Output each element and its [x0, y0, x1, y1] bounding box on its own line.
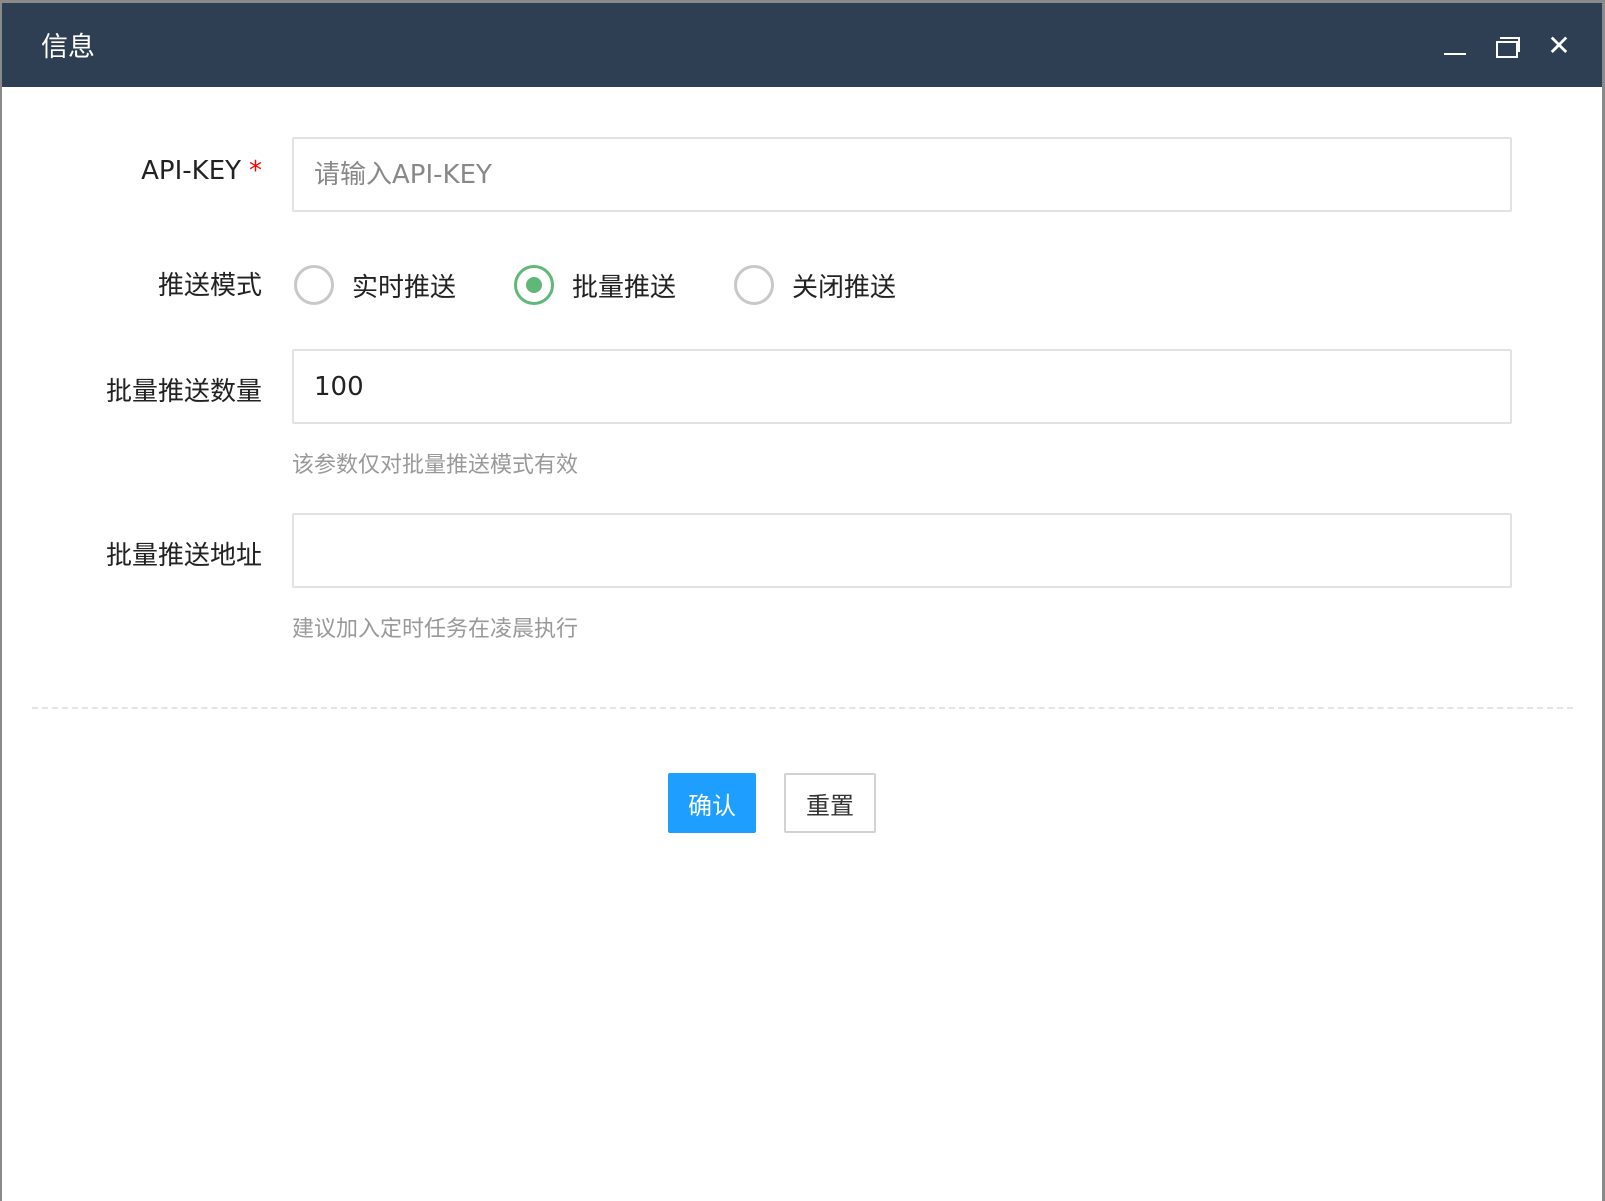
reset-button[interactable]: 重置 — [784, 773, 876, 833]
radio-disable-push[interactable]: 关闭推送 — [734, 265, 896, 305]
api-key-input[interactable] — [292, 137, 1512, 212]
restore-icon[interactable] — [1490, 29, 1524, 63]
batch-url-label: 批量推送地址 — [105, 541, 262, 571]
batch-count-hint: 该参数仅对批量推送模式有效 — [292, 453, 579, 478]
title-bar[interactable]: 信息 ✕ — [2, 3, 1602, 87]
batch-url-input[interactable] — [292, 513, 1512, 588]
radio-label: 关闭推送 — [792, 272, 897, 303]
api-key-label-text: API-KEY — [141, 156, 241, 186]
batch-count-label: 批量推送数量 — [105, 377, 262, 407]
batch-url-hint: 建议加入定时任务在凌晨执行 — [292, 617, 579, 642]
radio-circle-checked[interactable] — [514, 265, 554, 305]
push-mode-label: 推送模式 — [157, 271, 262, 301]
batch-count-input[interactable] — [292, 349, 1512, 424]
radio-circle[interactable] — [294, 265, 334, 305]
minimize-icon[interactable] — [1438, 29, 1472, 63]
radio-label: 实时推送 — [352, 272, 457, 303]
radio-label: 批量推送 — [572, 272, 677, 303]
radio-circle[interactable] — [734, 265, 774, 305]
confirm-button[interactable]: 确认 — [668, 773, 756, 833]
close-icon[interactable]: ✕ — [1542, 29, 1576, 63]
api-key-label: API-KEY * — [141, 156, 262, 186]
radio-realtime-push[interactable]: 实时推送 — [294, 265, 456, 305]
dialog-window: 信息 ✕ API-KEY * 推送模式 实时推送 批量推送 关闭推送 批量推送数量… — [2, 3, 1602, 1201]
radio-batch-push[interactable]: 批量推送 — [514, 265, 676, 305]
divider — [32, 707, 1573, 709]
required-marker: * — [249, 156, 262, 186]
dialog-title: 信息 — [41, 32, 95, 63]
